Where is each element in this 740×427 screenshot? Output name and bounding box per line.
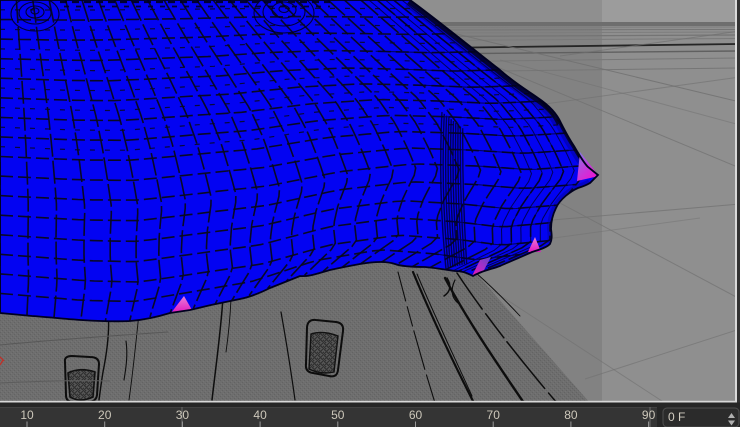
svg-text:50: 50	[331, 408, 345, 422]
svg-text:60: 60	[409, 408, 423, 422]
svg-text:30: 30	[176, 408, 190, 422]
svg-text:70: 70	[487, 408, 501, 422]
svg-text:0 F: 0 F	[668, 410, 685, 424]
svg-text:20: 20	[98, 408, 112, 422]
svg-text:40: 40	[253, 408, 267, 422]
svg-text:80: 80	[564, 408, 578, 422]
svg-text:90: 90	[642, 408, 656, 422]
svg-text:10: 10	[20, 408, 34, 422]
